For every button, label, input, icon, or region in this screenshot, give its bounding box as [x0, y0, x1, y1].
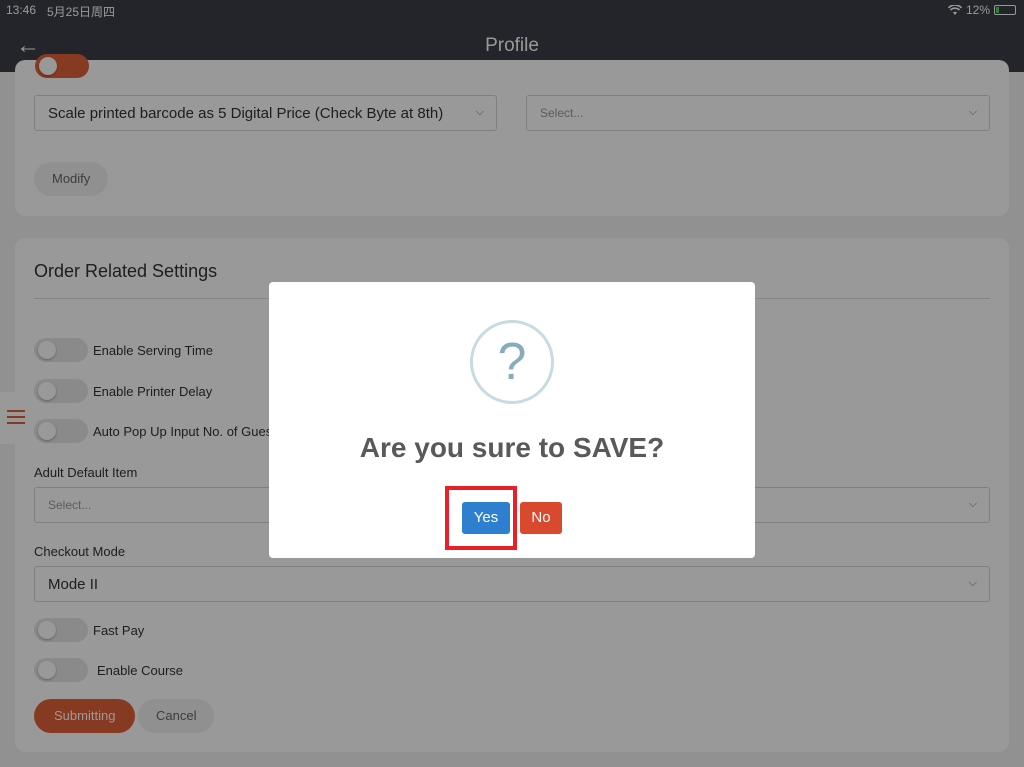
question-icon: ? — [470, 320, 554, 404]
no-button[interactable]: No — [520, 502, 562, 534]
yes-button[interactable]: Yes — [462, 502, 510, 534]
dialog-message: Are you sure to SAVE? — [359, 432, 665, 463]
confirm-dialog: ? Are you sure to SAVE? Yes No — [269, 282, 755, 558]
